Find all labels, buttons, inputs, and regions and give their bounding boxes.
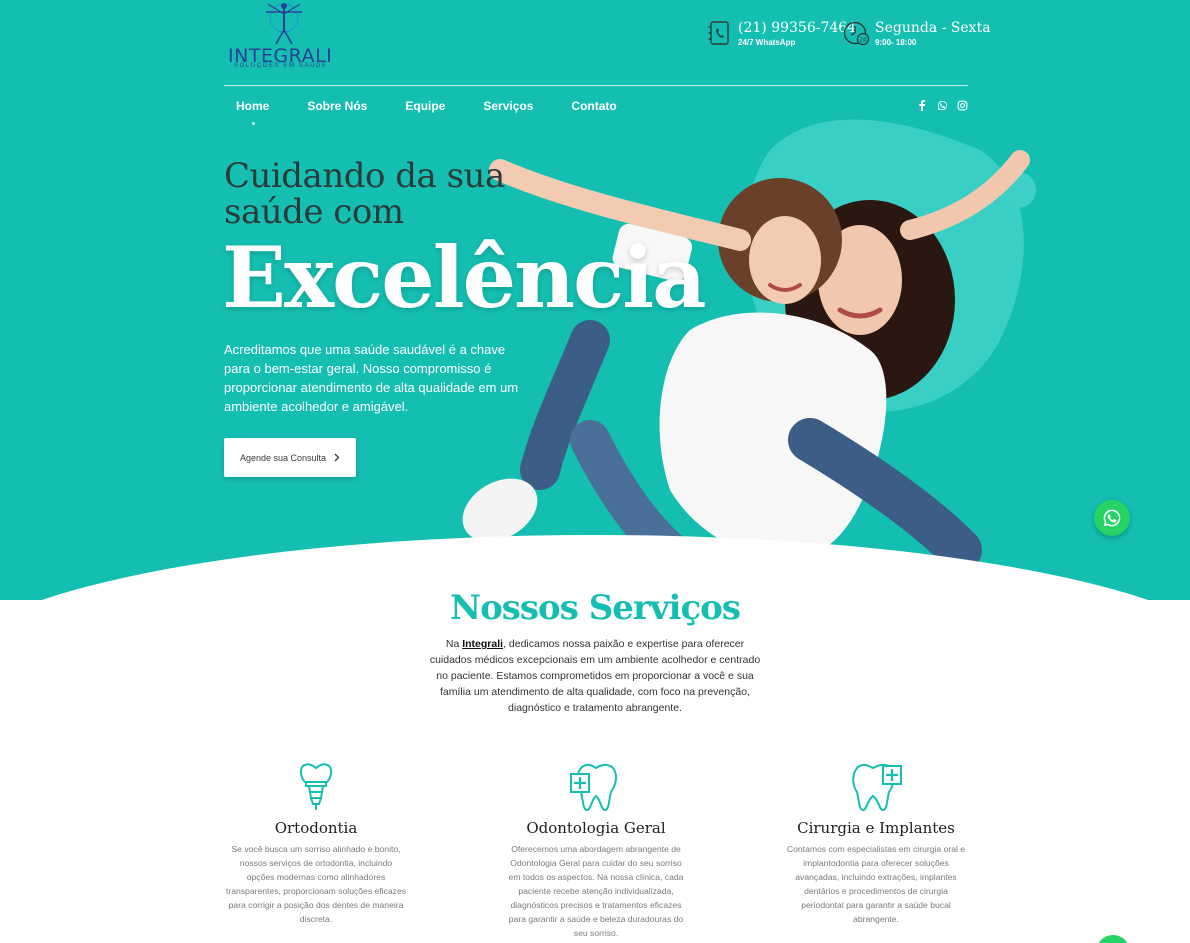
contact-phone[interactable]: (21) 99356-7464 24/7 WhatsApp <box>708 20 856 48</box>
services-intro: Na Integrali, dedicamos nossa paixão e e… <box>429 638 761 714</box>
contact-hours: 24 Segunda - Sexta 9:00- 18:00 <box>843 20 991 48</box>
service-description: Contamos com especialistas em cirurgia o… <box>786 844 966 924</box>
service-title: Odontologia Geral <box>526 819 666 837</box>
logo-tagline: SOLUÇÕES EM SAÚDE <box>234 63 328 69</box>
clock-24-icon: 24 <box>843 21 869 46</box>
service-card-ortodontia[interactable]: Ortodontia Se você busca um sorriso alin… <box>221 760 411 926</box>
hours-days: Segunda - Sexta <box>875 20 991 36</box>
service-description: Oferecemos uma abordagem abrangente de O… <box>508 844 684 938</box>
services-title: Nossos Serviços <box>450 588 741 628</box>
nav-item-sobre-nos[interactable]: Sobre Nós <box>295 98 379 114</box>
whatsapp-icon <box>1103 509 1121 527</box>
service-card-cirurgia-implantes[interactable]: Cirurgia e Implantes Contamos com especi… <box>781 760 971 926</box>
service-description: Se você busca um sorriso alinhado e boni… <box>225 844 407 924</box>
hero-photo-mother-daughter <box>462 119 1036 580</box>
hero-description: Acreditamos que uma saúde saudável é a c… <box>224 342 519 414</box>
header-divider <box>224 85 968 86</box>
logo[interactable]: INTEGRALI SOLUÇÕES EM SAÚDE <box>224 0 344 72</box>
service-card-odontologia-geral[interactable]: Odontologia Geral Oferecemos uma abordag… <box>501 760 691 940</box>
chevron-right-icon <box>334 453 340 462</box>
tooth-plus-icon <box>852 763 902 812</box>
phone-number: (21) 99356-7464 <box>738 20 857 36</box>
hero-heading-line-2: saúde com <box>224 192 404 232</box>
whatsapp-float-button[interactable] <box>1094 500 1130 536</box>
vitruvian-figure-icon <box>266 3 302 45</box>
hours-time: 9:00- 18:00 <box>875 38 917 47</box>
hero-highlight: Excelência <box>222 228 707 327</box>
tooth-cross-icon <box>570 763 618 812</box>
cta-label: Agende sua Consulta <box>239 452 327 463</box>
schedule-appointment-button[interactable]: Agende sua Consulta <box>224 438 356 477</box>
hero-section: INTEGRALI SOLUÇÕES EM SAÚDE (21) 99356-7… <box>0 0 1190 600</box>
svg-text:24: 24 <box>860 38 867 44</box>
tooth-implant-icon <box>299 763 333 810</box>
phone-book-icon <box>708 21 729 45</box>
whatsapp-float-button-partial[interactable] <box>1096 935 1130 943</box>
brand-link[interactable]: Integrali <box>462 638 503 650</box>
service-title: Cirurgia e Implantes <box>797 819 955 837</box>
hero-heading-line-1: Cuidando da sua <box>224 156 505 196</box>
service-title: Ortodontia <box>274 819 358 837</box>
phone-subtitle: 24/7 WhatsApp <box>738 38 796 47</box>
nav-item-home[interactable]: Home <box>224 98 281 125</box>
